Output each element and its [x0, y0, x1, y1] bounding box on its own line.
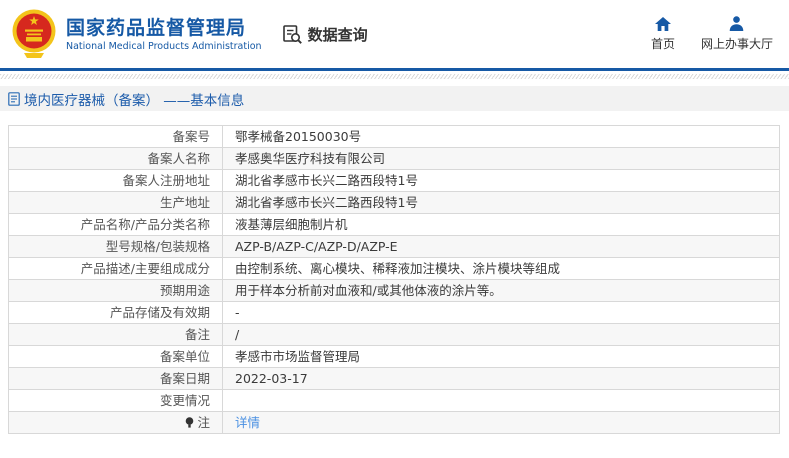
bulb-note-icon [185, 417, 194, 428]
nav-home-label: 首页 [651, 35, 675, 52]
table-row: 变更情况 [9, 390, 780, 412]
row-label: 产品名称/产品分类名称 [9, 214, 223, 236]
row-value: 孝感奥华医疗科技有限公司 [223, 148, 780, 170]
table-row: 备案人名称 孝感奥华医疗科技有限公司 [9, 148, 780, 170]
row-label: 变更情况 [9, 390, 223, 412]
page-title: 境内医疗器械（备案） ——基本信息 [24, 89, 244, 109]
row-label: 产品存储及有效期 [9, 302, 223, 324]
table-row: 产品名称/产品分类名称 液基薄层细胞制片机 [9, 214, 780, 236]
home-icon [655, 16, 671, 31]
row-label: 型号规格/包装规格 [9, 236, 223, 258]
row-label: 注 [9, 412, 223, 434]
row-value: 鄂孝械备20150030号 [223, 126, 780, 148]
row-label: 备案号 [9, 126, 223, 148]
table-row: 生产地址 湖北省孝感市长兴二路西段特1号 [9, 192, 780, 214]
brand-logo-link[interactable]: 国家药品监督管理局 National Medical Products Admi… [10, 8, 262, 60]
nav-service-hall-label: 网上办事大厅 [701, 35, 773, 52]
table-row: 产品存储及有效期 - [9, 302, 780, 324]
row-value: 湖北省孝感市长兴二路西段特1号 [223, 192, 780, 214]
row-value [223, 390, 780, 412]
data-query-tab[interactable]: 数据查询 [282, 24, 368, 45]
document-icon [8, 92, 20, 106]
row-label: 预期用途 [9, 280, 223, 302]
brand-text: 国家药品监督管理局 National Medical Products Admi… [66, 16, 262, 53]
table-row: 备案人注册地址 湖北省孝感市长兴二路西段特1号 [9, 170, 780, 192]
row-value: 用于样本分析前对血液和/或其他体液的涂片等。 [223, 280, 780, 302]
row-value: 液基薄层细胞制片机 [223, 214, 780, 236]
table-row: 注 详情 [9, 412, 780, 434]
table-row: 备案号 鄂孝械备20150030号 [9, 126, 780, 148]
row-value: - [223, 302, 780, 324]
table-row: 备案日期 2022-03-17 [9, 368, 780, 390]
site-header: 国家药品监督管理局 National Medical Products Admi… [0, 0, 789, 71]
row-label: 备注 [9, 324, 223, 346]
row-label: 备案单位 [9, 346, 223, 368]
data-query-label: 数据查询 [308, 24, 368, 45]
row-label: 产品描述/主要组成成分 [9, 258, 223, 280]
row-label: 备案人注册地址 [9, 170, 223, 192]
document-search-icon [282, 24, 303, 45]
header-nav: 首页 网上办事大厅 [651, 16, 773, 52]
table-row: 产品描述/主要组成成分 由控制系统、离心模块、稀释液加注模块、涂片模块等组成 [9, 258, 780, 280]
org-name: 国家药品监督管理局 [66, 16, 262, 40]
org-name-en: National Medical Products Administration [66, 40, 262, 53]
row-label: 生产地址 [9, 192, 223, 214]
table-row: 备注 / [9, 324, 780, 346]
row-value: 由控制系统、离心模块、稀释液加注模块、涂片模块等组成 [223, 258, 780, 280]
row-value: 孝感市市场监督管理局 [223, 346, 780, 368]
row-value: 2022-03-17 [223, 368, 780, 390]
table-row: 预期用途 用于样本分析前对血液和/或其他体液的涂片等。 [9, 280, 780, 302]
row-label: 备案人名称 [9, 148, 223, 170]
row-value: 湖北省孝感市长兴二路西段特1号 [223, 170, 780, 192]
user-icon [729, 16, 744, 31]
national-emblem-icon [10, 8, 58, 60]
row-label: 备案日期 [9, 368, 223, 390]
table-row: 备案单位 孝感市市场监督管理局 [9, 346, 780, 368]
row-value: 详情 [223, 412, 780, 434]
device-info-table: 备案号 鄂孝械备20150030号 备案人名称 孝感奥华医疗科技有限公司 备案人… [8, 125, 780, 434]
nav-home[interactable]: 首页 [651, 16, 675, 52]
row-value: AZP-B/AZP-C/AZP-D/AZP-E [223, 236, 780, 258]
table-row: 型号规格/包装规格 AZP-B/AZP-C/AZP-D/AZP-E [9, 236, 780, 258]
page-title-bar: 境内医疗器械（备案） ——基本信息 [0, 86, 789, 111]
row-value: / [223, 324, 780, 346]
hatched-divider [0, 74, 789, 79]
details-link[interactable]: 详情 [235, 415, 260, 430]
nav-service-hall[interactable]: 网上办事大厅 [701, 16, 773, 52]
row-label-text: 注 [197, 415, 210, 430]
